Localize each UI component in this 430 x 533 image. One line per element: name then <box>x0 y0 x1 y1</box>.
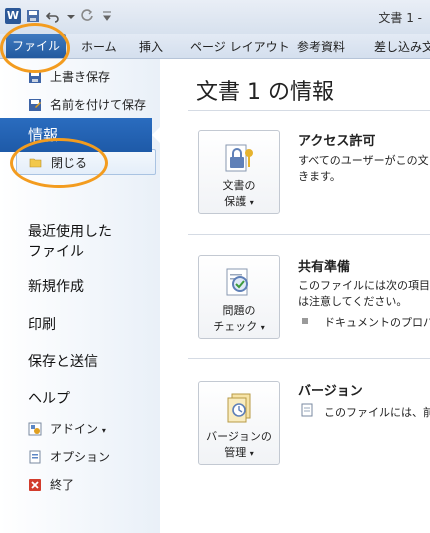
manage-versions-button[interactable]: バージョンの 管理 ▾ <box>198 381 280 465</box>
highlight-ring-close <box>10 138 108 188</box>
protect-label-2: 保護 ▾ <box>224 195 254 208</box>
exit-label: 終了 <box>50 478 75 492</box>
bullet <box>302 318 308 324</box>
quick-save-icon[interactable] <box>26 9 40 23</box>
divider <box>188 358 430 359</box>
tab-home[interactable]: ホーム <box>81 38 117 55</box>
check-dropdown-icon: ▾ <box>260 323 265 332</box>
tab-mailings[interactable]: 差し込み文 <box>374 38 430 55</box>
nav-recent-line1: 最近使用した <box>28 224 112 240</box>
page-title: 文書 1 の情報 <box>196 80 334 105</box>
permissions-heading: アクセス許可 <box>298 134 376 149</box>
versions-text-1: このファイルには、前の <box>324 406 430 419</box>
inspect-document-icon <box>226 268 248 296</box>
tab-references[interactable]: 参考資料 <box>297 38 345 55</box>
window-title: 文書 1 - <box>378 11 422 25</box>
share-prep-text-2: は注意してください。 <box>298 295 408 308</box>
title-bar: W 文書 1 - <box>0 0 430 35</box>
nav-print[interactable]: 印刷 <box>28 314 56 334</box>
nav-help[interactable]: ヘルプ <box>28 388 70 408</box>
document-version-icon <box>301 403 313 417</box>
protect-label-1: 文書の <box>222 179 256 192</box>
highlight-ring-file-tab <box>0 23 70 73</box>
tab-page-layout[interactable]: ページ レイアウト <box>190 38 290 55</box>
permissions-text-2: きます。 <box>298 170 341 183</box>
check-label-1: 問題の <box>222 304 256 317</box>
nav-new[interactable]: 新規作成 <box>28 276 84 296</box>
undo-icon[interactable] <box>46 9 60 23</box>
nav-recent-line2: ファイル <box>28 244 84 260</box>
divider <box>188 234 430 235</box>
undo-dropdown-icon[interactable] <box>64 9 78 23</box>
check-issues-button[interactable]: 問題の チェック ▾ <box>198 255 280 339</box>
lock-key-icon <box>225 144 253 172</box>
options-icon <box>29 450 41 464</box>
versions-dropdown-icon: ▾ <box>249 449 254 458</box>
versions-label-2: 管理 ▾ <box>224 446 254 459</box>
versions-label-1: バージョンの <box>206 430 272 443</box>
permissions-text-1: すべてのユーザーがこの文 <box>298 154 429 167</box>
redo-icon[interactable] <box>80 9 94 23</box>
addin-icon <box>28 422 42 436</box>
protect-document-button[interactable]: 文書の 保護 ▾ <box>198 130 280 214</box>
check-label-2: チェック ▾ <box>213 320 265 333</box>
save-label: 上書き保存 <box>50 70 111 84</box>
share-prep-heading: 共有準備 <box>298 260 351 275</box>
options-label: オプション <box>50 450 111 464</box>
save-as-label: 名前を付けて保存 <box>50 98 147 112</box>
nav-recent[interactable]: 最近使用した ファイル <box>28 221 112 261</box>
customize-quick-access-icon[interactable] <box>100 9 114 23</box>
addin-label: アドイン ▾ <box>50 422 106 436</box>
versions-icon <box>227 393 251 423</box>
nav-save-send[interactable]: 保存と送信 <box>28 351 98 371</box>
exit-icon <box>29 479 41 491</box>
share-prep-bullet: ドキュメントのプロパテ <box>324 316 430 329</box>
divider <box>188 110 430 111</box>
save-as-icon <box>29 99 41 111</box>
word-app-icon[interactable]: W <box>5 8 21 24</box>
share-prep-text-1: このファイルには次の項目 <box>298 279 430 292</box>
protect-dropdown-icon: ▾ <box>249 198 254 207</box>
tab-insert[interactable]: 挿入 <box>139 38 163 55</box>
versions-heading: バージョン <box>298 384 363 399</box>
addin-dropdown-icon: ▾ <box>101 426 106 435</box>
